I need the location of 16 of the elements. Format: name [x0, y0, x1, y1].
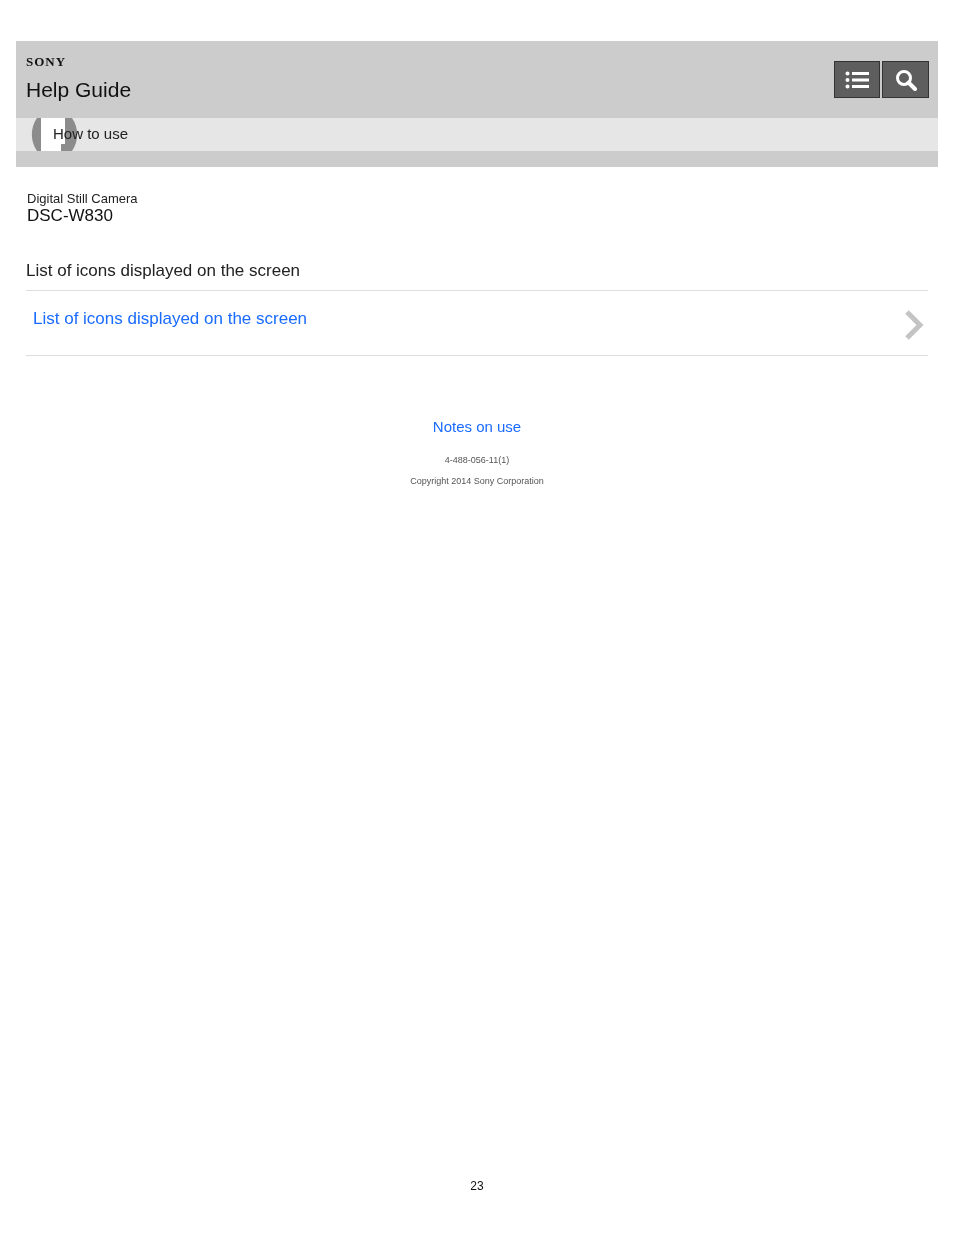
notes-on-use-link[interactable]: Notes on use — [432, 418, 522, 436]
chevron-right-icon — [904, 309, 924, 341]
copyright-text: Copyright 2014 Sony Corporation — [410, 474, 544, 488]
page-number: 23 — [470, 1178, 484, 1195]
search-button[interactable] — [882, 61, 929, 98]
product-model: DSC-W830 — [27, 206, 114, 226]
product-category: Digital Still Camera — [27, 191, 139, 206]
list-icon — [845, 70, 869, 89]
breadcrumb-link[interactable]: How to use — [53, 123, 129, 146]
search-icon — [894, 68, 917, 91]
header-title: Help Guide — [26, 77, 132, 103]
table-of-contents-button[interactable] — [834, 61, 880, 98]
topic-link[interactable]: List of icons displayed on the screen — [26, 291, 928, 356]
section-heading: List of icons displayed on the screen — [26, 260, 928, 291]
document-code: 4-488-056-11(1) — [444, 454, 510, 467]
brand-logo: SONY — [26, 55, 68, 69]
